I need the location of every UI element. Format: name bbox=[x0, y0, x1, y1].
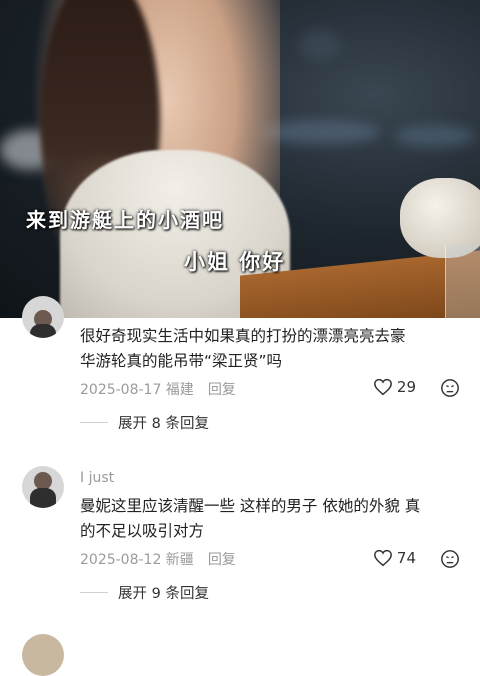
like-count: 74 bbox=[396, 549, 416, 567]
comment-text-line: 华游轮真的能吊带“梁正贤”吗 bbox=[80, 352, 283, 370]
comment-text-line: 的不足以吸引对方 bbox=[80, 522, 205, 540]
dislike-icon[interactable] bbox=[440, 549, 460, 569]
divider bbox=[80, 592, 108, 593]
expand-replies-button[interactable]: 展开 9 条回复 bbox=[80, 582, 209, 603]
comment-meta: 2025-08-17 福建 回复 bbox=[80, 379, 236, 399]
video-player[interactable]: 来到游艇上的小酒吧 小姐 你好 bbox=[0, 0, 480, 318]
video-subtitle: 来到游艇上的小酒吧 bbox=[26, 208, 224, 232]
reply-button[interactable]: 回复 bbox=[208, 382, 236, 398]
background-light bbox=[300, 30, 340, 60]
video-subtitle: 小姐 你好 bbox=[184, 250, 286, 274]
avatar[interactable] bbox=[22, 466, 64, 508]
comment-date-location: 2025-08-12 新疆 bbox=[80, 552, 194, 568]
dislike-icon[interactable] bbox=[440, 378, 460, 398]
avatar[interactable] bbox=[22, 634, 64, 676]
avatar-image bbox=[30, 324, 56, 338]
comment-meta: 2025-08-12 新疆 回复 bbox=[80, 549, 236, 569]
avatar-image bbox=[30, 488, 56, 508]
comment-list[interactable]: 很好奇现实生活中如果真的打扮的漂漂亮亮去豪 华游轮真的能吊带“梁正贤”吗 202… bbox=[0, 296, 480, 676]
comment-username[interactable]: I just bbox=[80, 470, 114, 486]
expand-replies-button[interactable]: 展开 8 条回复 bbox=[80, 412, 209, 433]
avatar[interactable] bbox=[22, 296, 64, 338]
comment-text-line: 很好奇现实生活中如果真的打扮的漂漂亮亮去豪 bbox=[80, 327, 406, 345]
glass bbox=[445, 245, 480, 318]
comment-text-line: 曼妮这里应该清醒一些 这样的男子 依她的外貌 真 bbox=[80, 497, 421, 515]
like-button[interactable]: 29 bbox=[373, 378, 416, 396]
heart-icon bbox=[373, 549, 392, 567]
comment-text: 曼妮这里应该清醒一些 这样的男子 依她的外貌 真 的不足以吸引对方 bbox=[80, 494, 460, 544]
divider bbox=[80, 422, 108, 423]
expand-replies-label: 展开 8 条回复 bbox=[118, 416, 209, 432]
comment-date-location: 2025-08-17 福建 bbox=[80, 382, 194, 398]
reply-button[interactable]: 回复 bbox=[208, 552, 236, 568]
heart-icon bbox=[373, 378, 392, 396]
background-light bbox=[395, 125, 475, 147]
like-button[interactable]: 74 bbox=[373, 549, 416, 567]
comment-text: 很好奇现实生活中如果真的打扮的漂漂亮亮去豪 华游轮真的能吊带“梁正贤”吗 bbox=[80, 324, 460, 374]
like-count: 29 bbox=[396, 378, 416, 396]
expand-replies-label: 展开 9 条回复 bbox=[118, 586, 209, 602]
